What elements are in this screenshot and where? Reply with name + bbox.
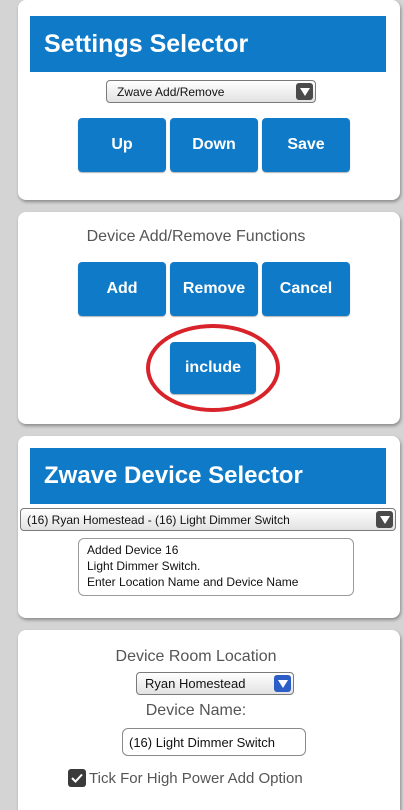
- settings-title: Settings Selector: [30, 16, 386, 72]
- chevron-down-icon: [376, 511, 393, 528]
- message-line: Enter Location Name and Device Name: [87, 575, 299, 589]
- settings-selector-value: Zwave Add/Remove: [117, 84, 225, 99]
- device-selector-panel: Zwave Device Selector (16) Ryan Homestea…: [18, 436, 400, 618]
- remove-button[interactable]: Remove: [170, 262, 258, 316]
- include-button[interactable]: include: [170, 342, 256, 394]
- settings-panel: Settings Selector Zwave Add/Remove Up Do…: [18, 0, 400, 200]
- checkmark-icon[interactable]: [68, 769, 86, 787]
- up-button[interactable]: Up: [78, 118, 166, 172]
- device-selector-value: (16) Ryan Homestead - (16) Light Dimmer …: [27, 512, 290, 527]
- chevron-down-icon: [274, 675, 291, 692]
- save-button[interactable]: Save: [262, 118, 350, 172]
- device-message-box: Added Device 16 Light Dimmer Switch. Ent…: [78, 538, 354, 596]
- room-panel: Device Room Location Ryan Homestead Devi…: [18, 630, 400, 810]
- chevron-down-icon: [296, 83, 313, 100]
- settings-selector[interactable]: Zwave Add/Remove: [106, 80, 316, 103]
- device-selector-title: Zwave Device Selector: [30, 448, 386, 504]
- add-button[interactable]: Add: [78, 262, 166, 316]
- device-name-label: Device Name:: [145, 702, 247, 719]
- down-button[interactable]: Down: [170, 118, 258, 172]
- location-selector[interactable]: Ryan Homestead: [136, 672, 294, 695]
- device-name-input[interactable]: [122, 728, 306, 756]
- location-label: Device Room Location: [115, 648, 277, 665]
- high-power-label: Tick For High Power Add Option: [89, 769, 303, 787]
- high-power-option[interactable]: Tick For High Power Add Option: [68, 766, 303, 790]
- location-selector-value: Ryan Homestead: [145, 676, 246, 691]
- cancel-button[interactable]: Cancel: [262, 262, 350, 316]
- functions-panel: Device Add/Remove Functions Add Remove C…: [18, 212, 400, 424]
- device-selector[interactable]: (16) Ryan Homestead - (16) Light Dimmer …: [20, 508, 396, 531]
- message-line: Light Dimmer Switch.: [87, 559, 201, 573]
- message-line: Added Device 16: [87, 543, 179, 557]
- functions-title: Device Add/Remove Functions: [86, 228, 306, 245]
